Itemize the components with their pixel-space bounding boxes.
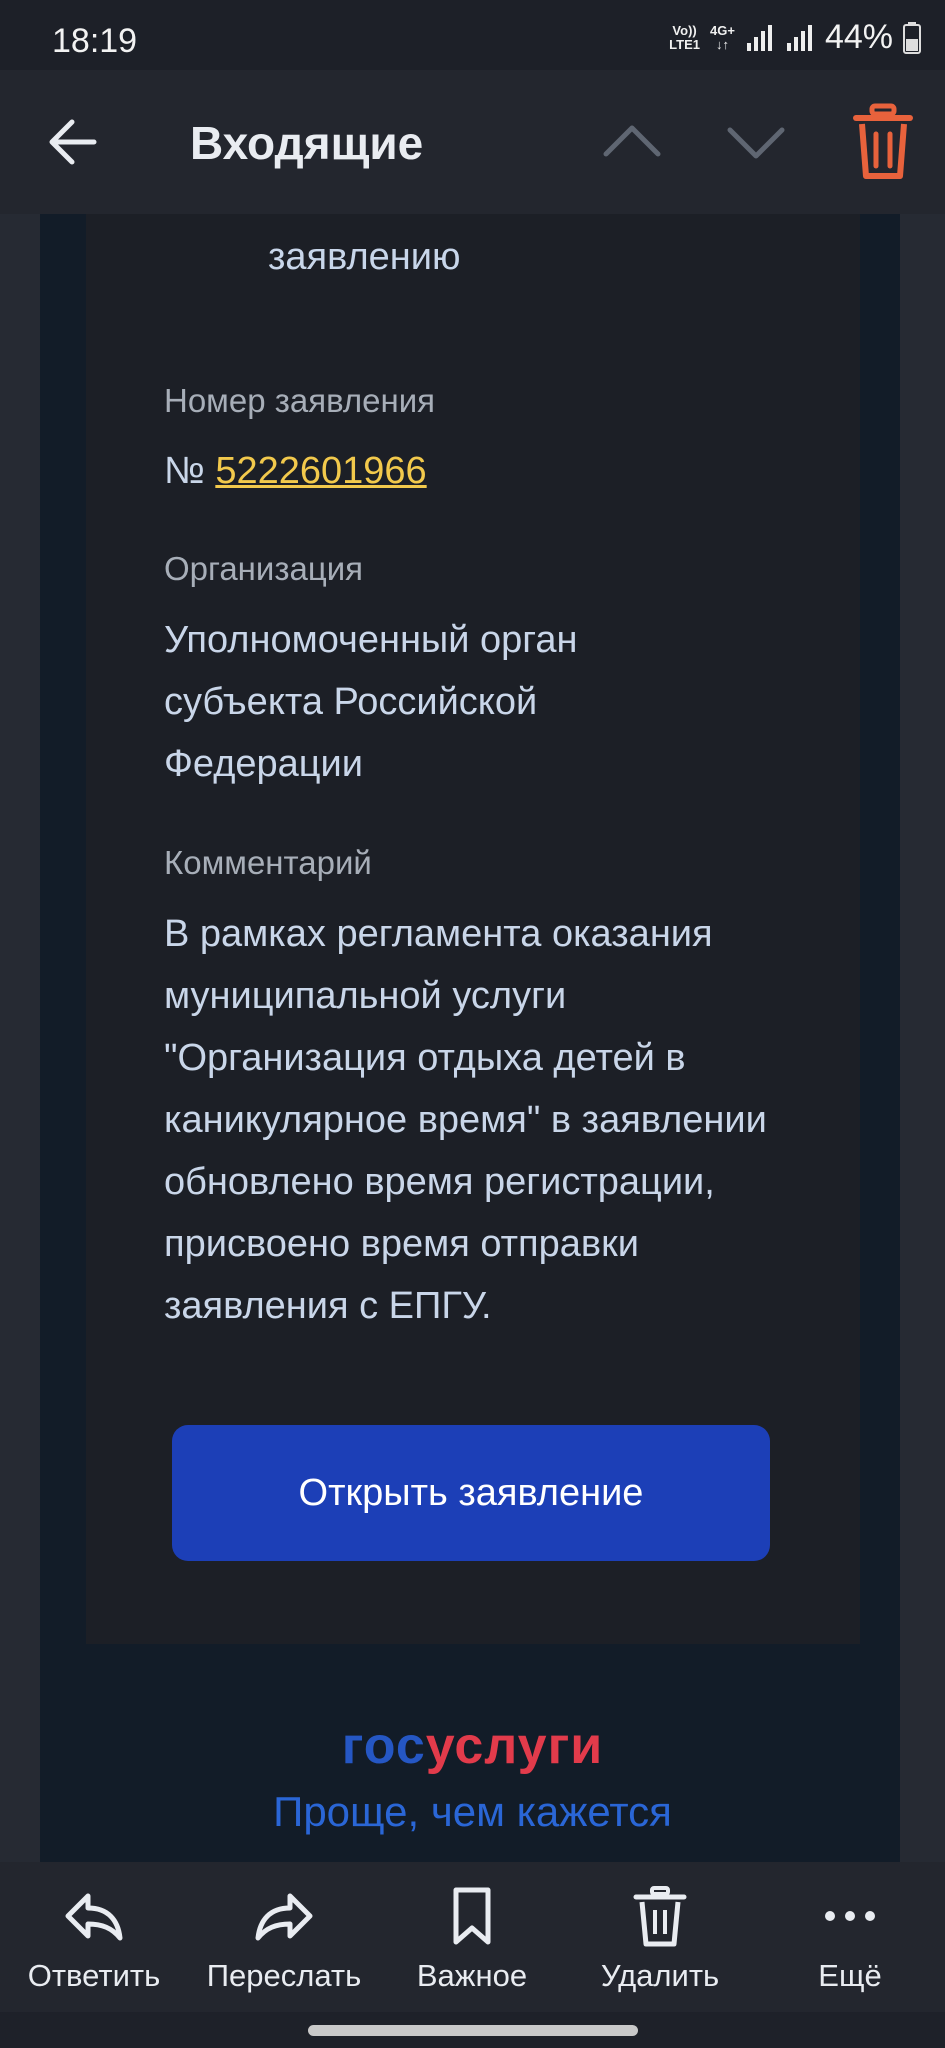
delete-button[interactable]: Удалить (570, 1884, 750, 1994)
chevron-down-icon[interactable] (720, 106, 792, 178)
chevron-up-icon[interactable] (596, 106, 668, 178)
status-time: 18:19 (52, 22, 138, 60)
forward-icon (255, 1893, 313, 1941)
network-type: 4G+ ↓↑ (710, 22, 735, 52)
more-button[interactable]: Ещё (760, 1884, 940, 1994)
status-bar: 18:19 Vo)) LTE1 4G+ ↓↑ 44% (0, 0, 945, 70)
app-header: Входящие (0, 70, 945, 214)
application-number-link[interactable]: 5222601966 (215, 450, 426, 492)
content-margin-right (900, 214, 945, 1862)
home-gesture-handle[interactable] (308, 2025, 638, 2036)
forward-button[interactable]: Переслать (194, 1884, 374, 1994)
reply-icon (65, 1893, 123, 1941)
brand-slogan: Проще, чем кажется (273, 1788, 672, 1835)
content-margin-left (0, 214, 40, 1862)
previous-text-fragment: заявлению (268, 236, 461, 278)
volte-indicator: Vo)) LTE1 (669, 22, 700, 52)
application-number: № 5222601966 (164, 450, 427, 492)
back-arrow-icon[interactable] (42, 106, 106, 178)
bottom-action-bar: Ответить Переслать Важное Удалить Ещё (0, 1862, 945, 2012)
trash-icon (633, 1886, 687, 1947)
field-label-comment: Комментарий (164, 844, 372, 881)
field-label-organization: Организация (164, 550, 364, 587)
field-label-application-number: Номер заявления (164, 382, 436, 419)
status-icons: Vo)) LTE1 4G+ ↓↑ 44% (669, 18, 921, 57)
more-dots-icon (825, 1911, 875, 1921)
important-button[interactable]: Важное (382, 1884, 562, 1994)
page-title: Входящие (190, 117, 424, 169)
organization-value: Уполномоченный орган субъекта Российской… (164, 619, 578, 785)
reply-button[interactable]: Ответить (4, 1884, 184, 1994)
comment-value: В рамках регламента оказания муниципальн… (164, 913, 767, 1327)
open-application-button[interactable]: Открыть заявление (172, 1425, 770, 1561)
signal-icon-2 (786, 24, 812, 51)
trash-icon[interactable] (852, 102, 914, 182)
battery-icon (903, 21, 921, 54)
gosuslugi-logo[interactable]: госуслуги (0, 1716, 945, 1776)
signal-icon (746, 24, 772, 51)
battery-percent: 44% (824, 18, 893, 56)
bookmark-icon (453, 1887, 491, 1945)
